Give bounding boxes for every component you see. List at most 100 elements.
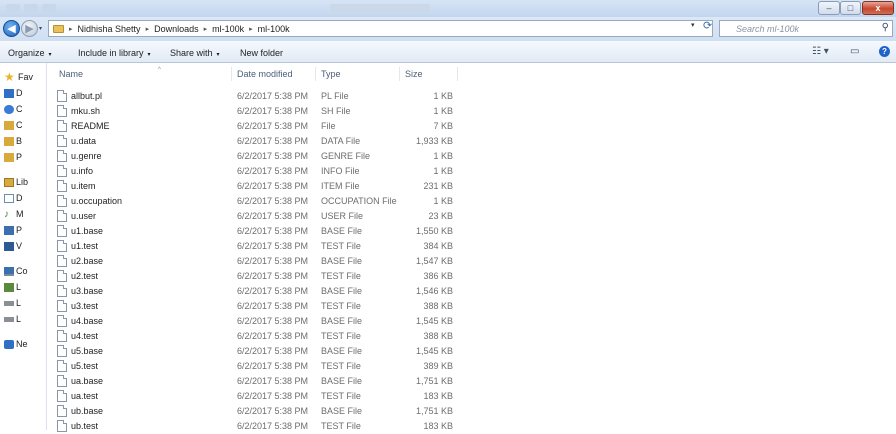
file-name: u.genre bbox=[71, 151, 102, 161]
breadcrumb-separator[interactable]: ▸ bbox=[146, 25, 150, 33]
computer-icon bbox=[4, 266, 14, 276]
breadcrumb-item[interactable]: Nidhisha Shetty bbox=[78, 24, 141, 34]
file-row[interactable]: u2.base 6/2/2017 5:38 PM BASE File 1,547 KB bbox=[47, 254, 896, 269]
maximize-button[interactable]: □ bbox=[840, 1, 861, 15]
nav-folder[interactable]: B bbox=[4, 136, 22, 146]
refresh-icon[interactable]: ⟳ bbox=[703, 19, 712, 32]
nav-computer[interactable]: Co bbox=[4, 266, 28, 276]
nav-music[interactable]: ♪ M bbox=[4, 209, 24, 219]
nav-drive[interactable]: L bbox=[4, 282, 21, 292]
file-row[interactable]: mku.sh 6/2/2017 5:38 PM SH File 1 KB bbox=[47, 104, 896, 119]
file-size: 1 KB bbox=[433, 151, 453, 161]
nav-drive[interactable]: L bbox=[4, 298, 21, 308]
close-button[interactable]: x bbox=[862, 1, 894, 15]
file-row[interactable]: u4.base 6/2/2017 5:38 PM BASE File 1,545 KB bbox=[47, 314, 896, 329]
quick-access-icon[interactable] bbox=[42, 4, 56, 12]
nav-folder[interactable]: P bbox=[4, 152, 22, 162]
file-row[interactable]: u3.test 6/2/2017 5:38 PM TEST File 388 KB bbox=[47, 299, 896, 314]
minimize-button[interactable]: – bbox=[818, 1, 840, 15]
file-name: u1.test bbox=[71, 241, 99, 251]
file-row[interactable]: u5.base 6/2/2017 5:38 PM BASE File 1,545 KB bbox=[47, 344, 896, 359]
back-button[interactable]: ◀ bbox=[3, 20, 20, 37]
folder-icon bbox=[4, 136, 14, 146]
column-header-name[interactable]: Name ^ bbox=[59, 67, 161, 79]
file-row[interactable]: README 6/2/2017 5:38 PM File 7 KB bbox=[47, 119, 896, 134]
file-row[interactable]: ua.base 6/2/2017 5:38 PM BASE File 1,751 KB bbox=[47, 374, 896, 389]
column-header-type[interactable]: Type bbox=[321, 69, 341, 79]
column-divider[interactable] bbox=[457, 67, 458, 81]
search-icon[interactable]: ⚲ bbox=[882, 22, 889, 33]
nav-pictures[interactable]: P bbox=[4, 225, 22, 235]
view-options-icon[interactable]: ☷ ▾ bbox=[812, 46, 829, 57]
breadcrumb-item[interactable]: Downloads bbox=[154, 24, 199, 34]
quick-access-icon[interactable] bbox=[24, 4, 38, 12]
file-name: u2.base bbox=[71, 256, 104, 266]
address-dropdown-icon[interactable]: ▾ bbox=[691, 21, 695, 29]
file-list: Name ^ Date modified Type Size allbut.pl… bbox=[47, 63, 896, 432]
file-name: README bbox=[71, 121, 110, 131]
file-row[interactable]: u.genre 6/2/2017 5:38 PM GENRE File 1 KB bbox=[47, 149, 896, 164]
organize-button[interactable]: Organize ▾ bbox=[8, 48, 52, 58]
column-divider[interactable] bbox=[315, 67, 316, 81]
file-row[interactable]: u5.test 6/2/2017 5:38 PM TEST File 389 KB bbox=[47, 359, 896, 374]
file-row[interactable]: u1.base 6/2/2017 5:38 PM BASE File 1,550 KB bbox=[47, 224, 896, 239]
file-date: 6/2/2017 5:38 PM bbox=[237, 241, 309, 251]
preview-pane-icon[interactable]: ▭ bbox=[850, 46, 859, 57]
forward-button[interactable]: ▶ bbox=[21, 20, 38, 37]
breadcrumb-item[interactable]: ml-100k bbox=[258, 24, 290, 34]
file-type: TEST File bbox=[321, 391, 361, 401]
nav-cloud[interactable]: C bbox=[4, 104, 23, 114]
file-row[interactable]: allbut.pl 6/2/2017 5:38 PM PL File 1 KB bbox=[47, 89, 896, 104]
nav-desktop[interactable]: D bbox=[4, 88, 23, 98]
maximize-icon: □ bbox=[847, 3, 854, 13]
file-row[interactable]: u4.test 6/2/2017 5:38 PM TEST File 388 KB bbox=[47, 329, 896, 344]
breadcrumb-separator[interactable]: ▸ bbox=[69, 25, 73, 33]
breadcrumb-item[interactable]: ml-100k bbox=[212, 24, 244, 34]
breadcrumb-separator[interactable]: ▸ bbox=[204, 25, 208, 33]
nav-documents[interactable]: D bbox=[4, 193, 23, 203]
file-row[interactable]: u.item 6/2/2017 5:38 PM ITEM File 231 KB bbox=[47, 179, 896, 194]
column-header-date[interactable]: Date modified bbox=[237, 69, 293, 79]
file-date: 6/2/2017 5:38 PM bbox=[237, 301, 309, 311]
nav-drive[interactable]: L bbox=[4, 314, 21, 324]
nav-folder[interactable]: C bbox=[4, 120, 23, 130]
file-row[interactable]: u.info 6/2/2017 5:38 PM INFO File 1 KB bbox=[47, 164, 896, 179]
file-size: 1,933 KB bbox=[415, 136, 453, 146]
file-row[interactable]: u2.test 6/2/2017 5:38 PM TEST File 386 KB bbox=[47, 269, 896, 284]
file-type: PL File bbox=[321, 91, 349, 101]
address-bar[interactable]: ▸ Nidhisha Shetty ▸ Downloads ▸ ml-100k … bbox=[48, 20, 713, 37]
file-row[interactable]: u.data 6/2/2017 5:38 PM DATA File 1,933 KB bbox=[47, 134, 896, 149]
file-row[interactable]: ub.base 6/2/2017 5:38 PM BASE File 1,751 KB bbox=[47, 404, 896, 419]
help-icon[interactable]: ? bbox=[879, 46, 890, 57]
file-row[interactable]: u1.test 6/2/2017 5:38 PM TEST File 384 KB bbox=[47, 239, 896, 254]
file-icon bbox=[57, 285, 67, 297]
file-type: BASE File bbox=[321, 406, 363, 416]
file-name: u.data bbox=[71, 136, 97, 146]
search-input[interactable]: Search ml-100k ⚲ bbox=[719, 20, 893, 37]
file-row[interactable]: u.user 6/2/2017 5:38 PM USER File 23 KB bbox=[47, 209, 896, 224]
share-with-button[interactable]: Share with ▾ bbox=[170, 48, 220, 58]
file-date: 6/2/2017 5:38 PM bbox=[237, 256, 309, 266]
nav-videos[interactable]: V bbox=[4, 241, 22, 251]
file-icon bbox=[57, 405, 67, 417]
file-row[interactable]: ua.test 6/2/2017 5:38 PM TEST File 183 KB bbox=[47, 389, 896, 404]
include-in-library-button[interactable]: Include in library ▾ bbox=[78, 48, 151, 58]
file-type: BASE File bbox=[321, 376, 363, 386]
recent-pages-dropdown[interactable]: ▾ bbox=[39, 25, 42, 32]
breadcrumb-separator[interactable]: ▸ bbox=[249, 25, 253, 33]
forward-arrow-icon: ▶ bbox=[25, 23, 34, 35]
nav-network[interactable]: Ne bbox=[4, 339, 28, 349]
column-divider[interactable] bbox=[399, 67, 400, 81]
file-row[interactable]: u.occupation 6/2/2017 5:38 PM OCCUPATION F… bbox=[47, 194, 896, 209]
file-row[interactable]: u3.base 6/2/2017 5:38 PM BASE File 1,546 KB bbox=[47, 284, 896, 299]
nav-libraries[interactable]: Lib bbox=[4, 177, 28, 187]
new-folder-button[interactable]: New folder bbox=[240, 48, 283, 58]
column-header-size[interactable]: Size bbox=[405, 69, 423, 79]
nav-favorites[interactable]: ★ Fav bbox=[4, 71, 33, 83]
column-divider[interactable] bbox=[231, 67, 232, 81]
drive-icon bbox=[4, 300, 14, 306]
window-title bbox=[330, 4, 430, 12]
file-icon bbox=[57, 330, 67, 342]
file-row[interactable]: ub.test 6/2/2017 5:38 PM TEST File 183 KB bbox=[47, 419, 896, 434]
file-type: TEST File bbox=[321, 271, 361, 281]
